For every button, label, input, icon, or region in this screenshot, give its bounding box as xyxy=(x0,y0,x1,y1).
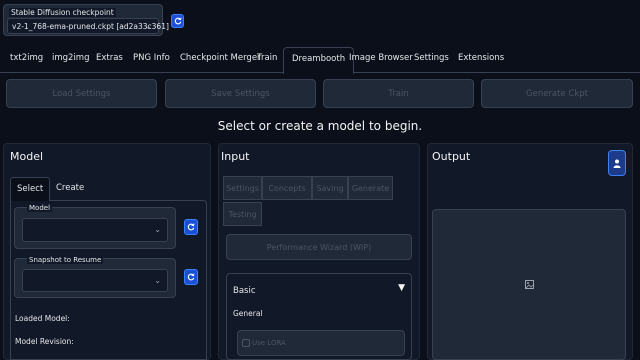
tab-png-info[interactable]: PNG Info xyxy=(133,53,170,63)
use-lora-row: Use LORA xyxy=(237,330,405,356)
subtab-select[interactable]: Select xyxy=(10,177,51,201)
tab-extras[interactable]: Extras xyxy=(96,53,123,63)
loaded-model-label: Loaded Model: xyxy=(15,314,70,323)
input-tab-concepts[interactable]: Concepts xyxy=(262,176,312,200)
image-placeholder-icon xyxy=(524,280,534,289)
subtab-create[interactable]: Create xyxy=(56,183,84,193)
refresh-icon xyxy=(187,223,195,231)
model-field: Model ⌄ xyxy=(14,204,176,249)
train-button[interactable]: Train xyxy=(323,79,474,108)
refresh-model-button[interactable] xyxy=(184,219,198,235)
tab-image-browser[interactable]: Image Browser xyxy=(349,53,413,63)
input-tab-generate[interactable]: Generate xyxy=(348,176,393,200)
input-tab-testing[interactable]: Testing xyxy=(223,202,262,226)
caret-down-icon[interactable]: ▼ xyxy=(398,283,405,293)
refresh-checkpoint-button[interactable] xyxy=(171,14,184,28)
checkpoint-label: Stable Diffusion checkpoint xyxy=(9,8,116,17)
checkpoint-dropdown[interactable]: v2-1_768-ema-pruned.ckpt [ad2a33c361] ⌄ xyxy=(7,18,169,34)
basic-accordion: Basic ▼ General Use LORA xyxy=(226,273,412,360)
load-settings-button[interactable]: Load Settings xyxy=(6,79,157,108)
chevron-down-icon: ⌄ xyxy=(154,276,161,285)
tab-settings[interactable]: Settings xyxy=(414,53,449,63)
tab-txt2img[interactable]: txt2img xyxy=(10,53,43,63)
input-panel-title: Input xyxy=(221,150,250,163)
output-panel-title: Output xyxy=(432,150,471,163)
basic-accordion-title[interactable]: Basic xyxy=(233,286,256,296)
performance-wizard-button[interactable]: Performance Wizard (WIP) xyxy=(226,234,412,260)
refresh-icon xyxy=(187,273,195,281)
tab-checkpoint-merger[interactable]: Checkpoint Merger xyxy=(180,53,261,63)
tab-dreambooth[interactable]: Dreambooth xyxy=(283,47,355,74)
generate-ckpt-button[interactable]: Generate Ckpt xyxy=(481,79,633,108)
checkpoint-block: Stable Diffusion checkpoint v2-1_768-ema… xyxy=(3,4,169,36)
input-tab-saving[interactable]: Saving xyxy=(312,176,348,200)
tab-img2img[interactable]: img2img xyxy=(52,53,89,63)
refresh-snapshot-button[interactable] xyxy=(184,269,198,285)
input-tab-settings[interactable]: Settings xyxy=(223,176,262,200)
refresh-icon xyxy=(174,17,182,25)
model-dropdown[interactable]: ⌄ xyxy=(22,218,168,242)
model-revision-label: Model Revision: xyxy=(15,337,74,346)
snapshot-dropdown[interactable]: ⌄ xyxy=(22,269,168,292)
snapshot-field-label: Snapshot to Resume xyxy=(27,256,104,264)
model-field-label: Model xyxy=(27,204,53,212)
output-image-area xyxy=(432,209,626,360)
page-headline: Select or create a model to begin. xyxy=(217,119,423,133)
person-icon xyxy=(613,159,621,168)
chevron-down-icon: ⌄ xyxy=(154,225,161,234)
tab-extensions[interactable]: Extensions xyxy=(458,53,504,63)
output-upload-button[interactable] xyxy=(608,150,626,176)
tab-train[interactable]: Train xyxy=(257,53,277,63)
general-section-label: General xyxy=(233,309,263,318)
use-lora-checkbox[interactable] xyxy=(242,339,250,347)
chevron-down-icon: ⌄ xyxy=(145,22,152,31)
use-lora-label: Use LORA xyxy=(252,339,286,347)
main-tab-bar: txt2img img2img Extras PNG Info Checkpoi… xyxy=(0,47,640,74)
model-panel-title: Model xyxy=(10,150,44,163)
save-settings-button[interactable]: Save Settings xyxy=(165,79,316,108)
snapshot-field: Snapshot to Resume ⌄ xyxy=(14,256,176,298)
